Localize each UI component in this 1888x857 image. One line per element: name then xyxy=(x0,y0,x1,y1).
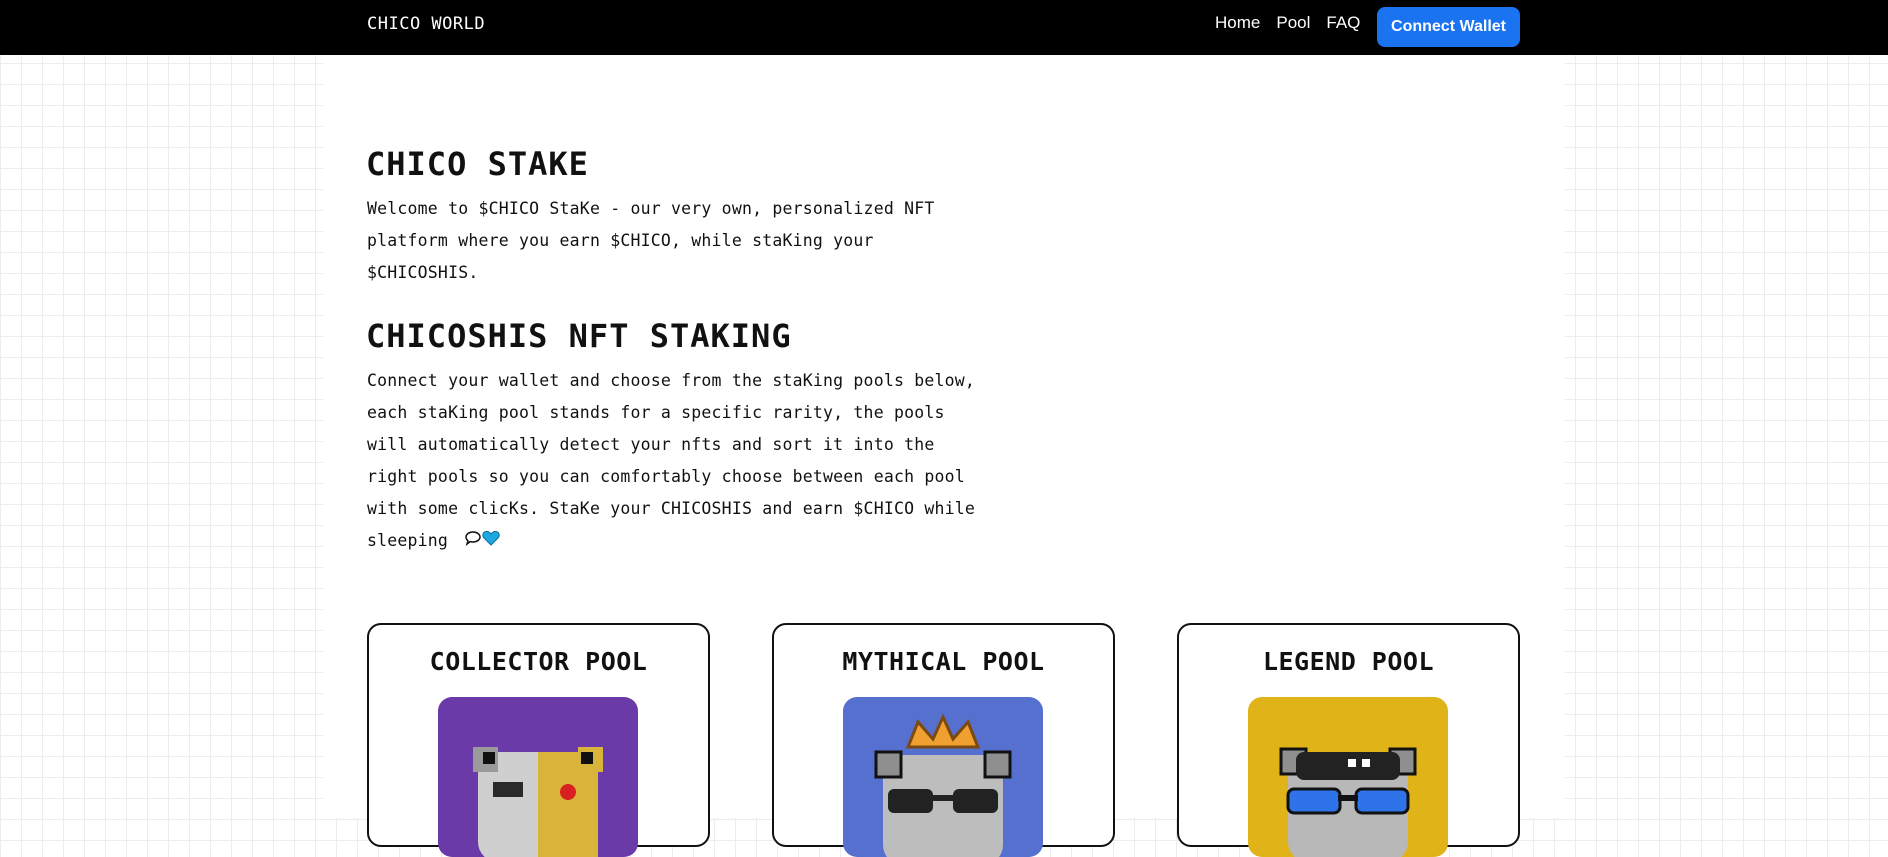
nft-image-legend xyxy=(1248,697,1448,857)
nav-faq[interactable]: FAQ xyxy=(1326,13,1360,33)
staking-title: CHICOSHIS NFT STAKING xyxy=(366,317,792,355)
pool-card-legend[interactable]: LEGEND POOL xyxy=(1177,623,1520,857)
pool-card-mythical[interactable]: MYTHICAL POOL xyxy=(772,623,1115,857)
top-navbar: CHICO WORLD Home Pool FAQ Connect Wallet xyxy=(0,0,1888,55)
nft-image-mythical xyxy=(843,697,1043,857)
nav-home[interactable]: Home xyxy=(1215,13,1260,33)
intro-text: Welcome to $CHICO StaKe - our very own, … xyxy=(367,199,935,282)
brand-logo[interactable]: CHICO WORLD xyxy=(367,14,485,34)
intro-title: CHICO STAKE xyxy=(366,145,589,183)
speech-bubble-icon xyxy=(464,525,482,557)
main-nav: Home Pool FAQ xyxy=(1215,13,1360,33)
staking-text: Connect your wallet and choose from the … xyxy=(367,365,977,557)
pool-title: LEGEND POOL xyxy=(1262,647,1435,676)
pool-title: MYTHICAL POOL xyxy=(842,647,1045,676)
pool-card-collector[interactable]: COLLECTOR POOL xyxy=(367,623,710,857)
connect-wallet-button[interactable]: Connect Wallet xyxy=(1377,7,1520,47)
staking-text-body: Connect your wallet and choose from the … xyxy=(367,371,976,550)
blue-heart-icon xyxy=(482,525,500,557)
nav-pool[interactable]: Pool xyxy=(1276,13,1310,33)
pool-title: COLLECTOR POOL xyxy=(429,647,648,676)
nft-image-collector xyxy=(438,697,638,857)
